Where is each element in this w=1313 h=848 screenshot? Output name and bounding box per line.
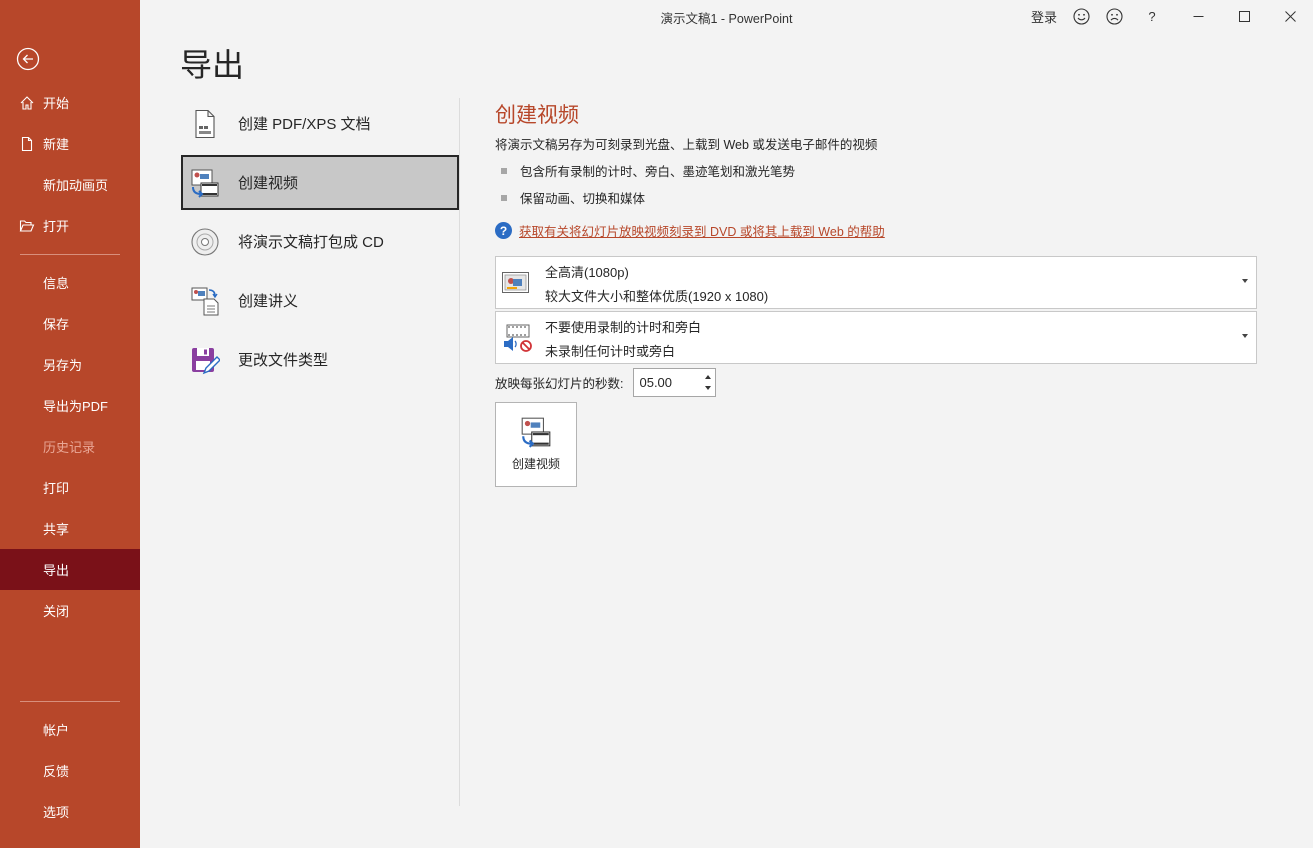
- no-narration-icon: [501, 323, 532, 353]
- export-option-handouts[interactable]: 创建讲义: [181, 273, 459, 328]
- smile-feedback-icon[interactable]: [1064, 0, 1099, 32]
- page-title: 导出: [180, 47, 245, 83]
- help-link-row: ? 获取有关将幻灯片放映视频刻录到 DVD 或将其上载到 Web 的帮助: [495, 221, 1257, 240]
- sidebar-item-label: 选项: [43, 805, 70, 820]
- help-link[interactable]: 获取有关将幻灯片放映视频刻录到 DVD 或将其上载到 Web 的帮助: [519, 221, 885, 240]
- bullet-square: [501, 167, 507, 174]
- handout-icon: [189, 285, 221, 317]
- sidebar-item-label: 打开: [43, 219, 70, 234]
- sidebar-item-label: 开始: [43, 96, 70, 111]
- create-video-icon: [519, 415, 553, 449]
- sidebar-item-share[interactable]: 共享: [0, 508, 140, 549]
- seconds-input[interactable]: [634, 369, 695, 396]
- export-option-video[interactable]: 创建视频: [181, 155, 459, 210]
- sidebar-item-close[interactable]: 关闭: [0, 590, 140, 631]
- timing-narration-dropdown[interactable]: 不要使用录制的计时和旁白 未录制任何计时或旁白: [495, 311, 1257, 364]
- export-option-label: 创建讲义: [238, 293, 299, 310]
- sidebar-item-export-pdf[interactable]: 导出为PDF: [0, 385, 140, 426]
- sidebar-item-label: 帐户: [43, 723, 70, 738]
- panel-description: 将演示文稿另存为可刻录到光盘、上载到 Web 或发送电子邮件的视频: [495, 138, 878, 152]
- seconds-stepper: [633, 368, 717, 397]
- sidebar-item-label: 反馈: [43, 764, 70, 779]
- sidebar-item-label: 打印: [43, 481, 70, 496]
- close-icon[interactable]: [1267, 0, 1313, 32]
- sidebar-item-new-animation-page[interactable]: 新加动画页: [0, 164, 140, 205]
- create-video-icon: [189, 167, 221, 199]
- quality-subtitle: 较大文件大小和整体优质(1920 x 1080): [545, 289, 769, 304]
- presentation-quality-icon: [501, 268, 531, 298]
- frown-feedback-icon[interactable]: [1099, 0, 1129, 32]
- bullet-text: 保留动画、切换和媒体: [520, 192, 646, 206]
- sidebar-divider: [20, 701, 120, 702]
- export-option-label: 创建 PDF/XPS 文档: [238, 116, 371, 133]
- sidebar-item-feedback[interactable]: 反馈: [0, 750, 140, 791]
- sidebar-item-export[interactable]: 导出: [0, 549, 140, 590]
- quality-title: 全高清(1080p): [545, 265, 629, 280]
- sidebar-item-info[interactable]: 信息: [0, 262, 140, 303]
- sidebar-item-account[interactable]: 帐户: [0, 709, 140, 750]
- sidebar-divider: [20, 254, 120, 255]
- sidebar-item-save-as[interactable]: 另存为: [0, 344, 140, 385]
- stepper-up-icon[interactable]: [705, 375, 712, 379]
- chevron-down-icon: [1242, 279, 1248, 283]
- maximize-icon[interactable]: [1221, 0, 1267, 32]
- sidebar-item-label: 共享: [43, 522, 70, 537]
- stepper-down-icon[interactable]: [705, 386, 712, 390]
- timing-subtitle: 未录制任何计时或旁白: [545, 344, 676, 359]
- help-question-icon: ?: [495, 222, 512, 239]
- new-document-icon: [19, 136, 35, 152]
- export-option-pdf[interactable]: 创建 PDF/XPS 文档: [181, 96, 459, 151]
- timing-title: 不要使用录制的计时和旁白: [545, 320, 702, 335]
- sidebar-item-open[interactable]: 打开: [0, 205, 140, 246]
- create-video-button[interactable]: 创建视频: [495, 402, 577, 487]
- help-button[interactable]: ?: [1129, 0, 1175, 32]
- back-arrow-icon[interactable]: [16, 47, 40, 71]
- window-title-text: 演示文稿1 - PowerPoint: [660, 12, 793, 26]
- folder-open-icon: [19, 218, 35, 234]
- vertical-separator: [459, 98, 460, 806]
- bullet-square: [501, 194, 507, 201]
- sidebar-item-label: 新建: [43, 137, 70, 152]
- seconds-label: 放映每张幻灯片的秒数:: [495, 377, 624, 391]
- sidebar-item-label: 新加动画页: [43, 178, 109, 193]
- bullet-text: 包含所有录制的计时、旁白、墨迹笔划和激光笔势: [520, 165, 796, 179]
- feature-bullet: 包含所有录制的计时、旁白、墨迹笔划和激光笔势: [495, 161, 1257, 180]
- sidebar-item-home[interactable]: 开始: [0, 82, 140, 123]
- chevron-down-icon: [1242, 334, 1248, 338]
- change-file-type-icon: [189, 344, 221, 376]
- create-video-button-label: 创建视频: [511, 457, 560, 471]
- sidebar-item-label: 历史记录: [43, 440, 96, 455]
- backstage-sidebar: 开始 新建 新加动画页 打开 信息 保存 另存为 导出为PDF 历史记录 打印 …: [0, 0, 140, 848]
- export-option-label: 创建视频: [238, 175, 299, 192]
- sidebar-item-history: 历史记录: [0, 426, 140, 467]
- sidebar-item-label: 导出: [43, 563, 70, 578]
- create-video-panel: 创建视频 将演示文稿另存为可刻录到光盘、上载到 Web 或发送电子邮件的视频 包…: [495, 99, 1257, 240]
- sidebar-item-label: 导出为PDF: [43, 399, 109, 414]
- video-quality-dropdown[interactable]: 全高清(1080p) 较大文件大小和整体优质(1920 x 1080): [495, 256, 1257, 309]
- export-option-label: 将演示文稿打包成 CD: [238, 234, 384, 251]
- sidebar-item-label: 保存: [43, 317, 70, 332]
- pdf-document-icon: [189, 108, 221, 140]
- export-options-list: 创建 PDF/XPS 文档 创建视频 将演示文稿打包成 CD 创建讲义 更改文件…: [181, 96, 459, 391]
- sidebar-item-print[interactable]: 打印: [0, 467, 140, 508]
- signin-button[interactable]: 登录: [1024, 0, 1064, 32]
- sidebar-item-new[interactable]: 新建: [0, 123, 140, 164]
- seconds-per-slide-row: 放映每张幻灯片的秒数:: [495, 368, 717, 397]
- minimize-icon[interactable]: [1175, 0, 1221, 32]
- sidebar-item-label: 信息: [43, 276, 70, 291]
- sidebar-item-options[interactable]: 选项: [0, 791, 140, 832]
- home-icon: [19, 95, 35, 111]
- export-option-package-cd[interactable]: 将演示文稿打包成 CD: [181, 214, 459, 269]
- export-option-change-file-type[interactable]: 更改文件类型: [181, 332, 459, 387]
- cd-icon: [189, 226, 221, 258]
- sidebar-item-label: 关闭: [43, 604, 70, 619]
- feature-bullet: 保留动画、切换和媒体: [495, 188, 1257, 207]
- panel-title: 创建视频: [495, 104, 579, 127]
- sidebar-item-label: 另存为: [43, 358, 83, 373]
- sidebar-item-save[interactable]: 保存: [0, 303, 140, 344]
- export-option-label: 更改文件类型: [238, 352, 329, 369]
- titlebar-controls: 登录 ?: [1024, 0, 1313, 32]
